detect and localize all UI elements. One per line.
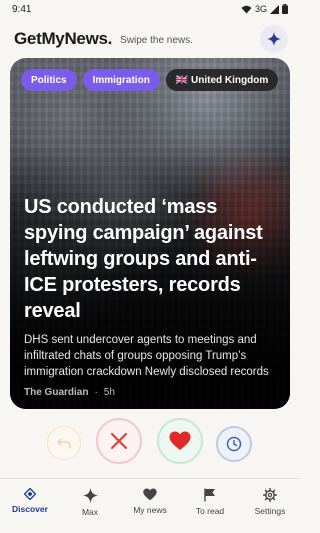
app-logo: GetMyNews. [14,29,113,48]
nav-settings[interactable]: Settings [240,479,300,533]
card-headline: US conducted ‘mass spying campaign’ agai… [24,196,263,322]
status-time: 9:41 [12,3,32,15]
card-tags: Politics Immigration 🇬🇧 United Kingdom [21,69,279,91]
close-icon [110,432,128,450]
heart-icon [143,488,157,501]
sparkle-icon [82,488,98,503]
swipe-actions [0,418,300,468]
meta-separator: · [94,387,98,398]
reject-button[interactable] [96,418,142,464]
nav-to-read[interactable]: To read [180,479,240,533]
tag-region[interactable]: 🇬🇧 United Kingdom [165,69,279,91]
nav-discover-label: Discover [12,504,48,514]
wifi-icon [241,5,252,13]
undo-button[interactable] [47,426,81,460]
bottom-nav: Discover Max My news To read Settings [0,478,300,533]
read-later-button[interactable] [216,426,252,462]
news-card[interactable]: Politics Immigration 🇬🇧 United Kingdom U… [10,58,290,409]
tag-immigration[interactable]: Immigration [82,69,160,91]
network-type: 3G [254,4,267,14]
tag-politics[interactable]: Politics [21,69,77,91]
card-summary: DHS sent undercover agents to meetings a… [24,334,269,378]
nav-my-news-label: My news [133,505,167,515]
nav-settings-label: Settings [254,506,286,516]
undo-icon [57,438,71,449]
app-tagline: Swipe the news. [120,35,193,46]
sparkle-icon [267,32,281,46]
flag-icon [204,488,215,502]
nav-my-news[interactable]: My news [120,479,180,533]
like-button[interactable] [157,418,203,464]
status-icons: 3G [241,4,288,14]
nav-to-read-label: To read [195,506,225,516]
app-header: GetMyNews. Swipe the news. [14,24,288,54]
card-meta: The Guardian · 5h [24,387,276,398]
nav-discover[interactable]: Discover [0,479,60,533]
signal-icon [270,4,279,14]
card-source: The Guardian [24,387,89,398]
battery-icon [282,4,288,14]
max-assistant-button[interactable] [260,25,288,53]
clock-icon [226,436,242,452]
discover-icon [24,488,36,500]
nav-max-label: Max [81,507,99,517]
status-bar: 9:41 3G [0,0,300,18]
heart-icon [169,431,191,450]
card-text: US conducted ‘mass spying campaign’ agai… [24,194,276,398]
gear-icon [263,488,277,502]
card-age: 5h [103,387,115,398]
nav-max[interactable]: Max [60,479,120,533]
